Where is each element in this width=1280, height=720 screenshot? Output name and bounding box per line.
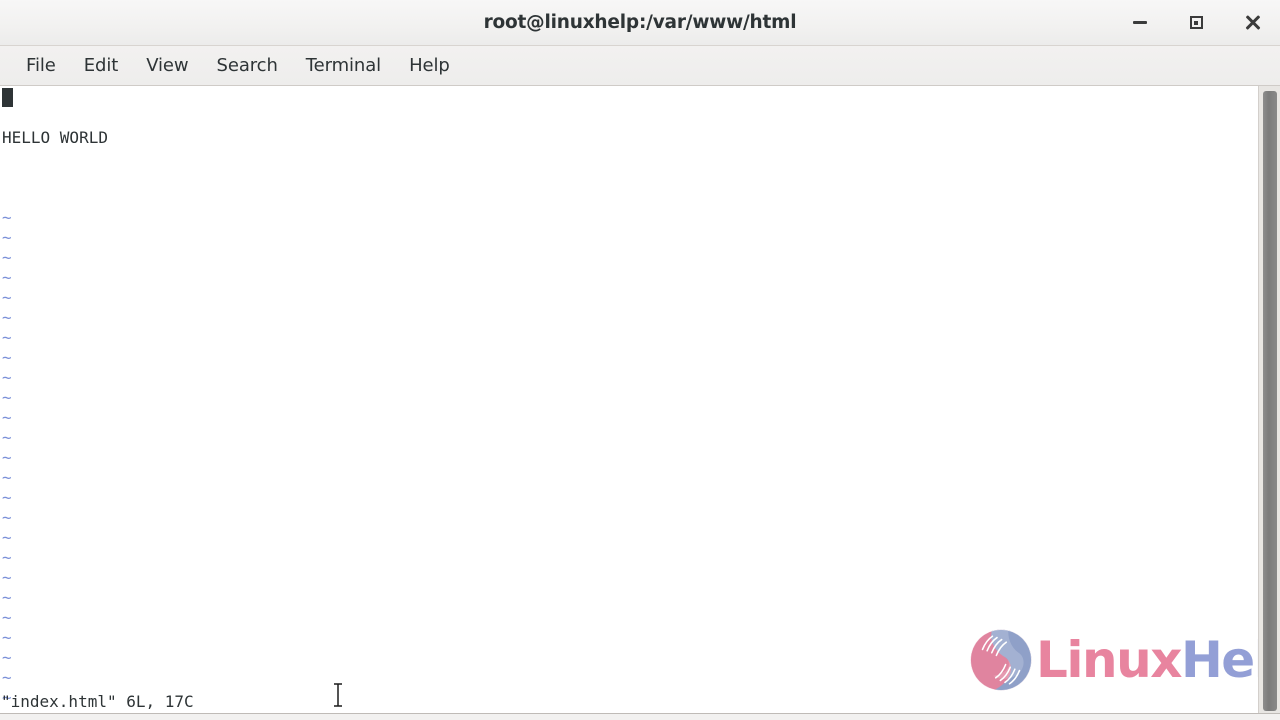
maximize-button[interactable] [1168, 0, 1224, 45]
close-icon [1244, 15, 1260, 31]
vim-empty-line-marker: ~ [2, 628, 12, 647]
vim-empty-line-marker: ~ [2, 528, 12, 547]
vim-empty-line-marker: ~ [2, 508, 12, 527]
vim-empty-line-marker: ~ [2, 448, 12, 467]
menubar: File Edit View Search Terminal Help [0, 46, 1280, 86]
window-title: root@linuxhelp:/var/www/html [483, 12, 797, 33]
vertical-scrollbar[interactable] [1258, 86, 1280, 713]
window-controls [1112, 0, 1280, 45]
vim-empty-line-marker: ~ [2, 208, 12, 227]
menu-item-search[interactable]: Search [203, 52, 292, 79]
vim-empty-line-marker: ~ [2, 568, 12, 587]
vim-buffer[interactable]: HELLO WORLD ~ ~ ~ ~ ~ ~ ~ ~ ~ ~ ~ ~ ~ ~ ~ ~ ~ ~ ~ ~ ~ ~ ~ ~ ~ [0, 86, 1258, 713]
terminal-line [1, 88, 1258, 108]
terminal-window: root@linuxhelp:/var/www/html File Edit V… [0, 0, 1280, 720]
vim-empty-line-marker: ~ [2, 228, 12, 247]
vim-empty-line-marker: ~ [2, 308, 12, 327]
text-cursor-block [2, 88, 13, 107]
vim-empty-line-marker: ~ [2, 588, 12, 607]
window-bottom-edge [0, 713, 1280, 720]
vim-empty-line-marker: ~ [2, 408, 12, 427]
titlebar[interactable]: root@linuxhelp:/var/www/html [0, 0, 1280, 46]
vim-empty-line-marker: ~ [2, 268, 12, 287]
close-button[interactable] [1224, 0, 1280, 45]
vim-empty-line-marker: ~ [2, 288, 12, 307]
scrollbar-thumb[interactable] [1263, 91, 1277, 711]
menu-item-edit[interactable]: Edit [70, 52, 132, 79]
vim-statusline: "index.html" 6L, 17C [1, 692, 194, 711]
vim-empty-line-marker: ~ [2, 468, 12, 487]
menu-item-help[interactable]: Help [395, 52, 464, 79]
vim-empty-line-marker: ~ [2, 328, 12, 347]
vim-empty-line-marker: ~ [2, 368, 12, 387]
vim-empty-line-marker: ~ [2, 348, 12, 367]
menu-item-terminal[interactable]: Terminal [292, 52, 395, 79]
terminal-line: HELLO WORLD [2, 128, 108, 147]
minimize-button[interactable] [1112, 0, 1168, 45]
vim-empty-line-marker: ~ [2, 648, 12, 667]
vim-empty-line-marker: ~ [2, 608, 12, 627]
maximize-icon [1189, 16, 1203, 29]
minimize-icon [1133, 21, 1147, 24]
terminal-body[interactable]: HELLO WORLD ~ ~ ~ ~ ~ ~ ~ ~ ~ ~ ~ ~ ~ ~ ~ ~ ~ ~ ~ ~ ~ ~ ~ ~ ~ "in… [0, 86, 1280, 713]
vim-empty-line-marker: ~ [2, 668, 12, 687]
menu-item-file[interactable]: File [12, 52, 70, 79]
vim-empty-line-marker: ~ [2, 248, 12, 267]
vim-empty-line-marker: ~ [2, 428, 12, 447]
vim-empty-line-marker: ~ [2, 548, 12, 567]
menu-item-view[interactable]: View [132, 52, 202, 79]
vim-empty-line-marker: ~ [2, 488, 12, 507]
vim-empty-line-marker: ~ [2, 388, 12, 407]
